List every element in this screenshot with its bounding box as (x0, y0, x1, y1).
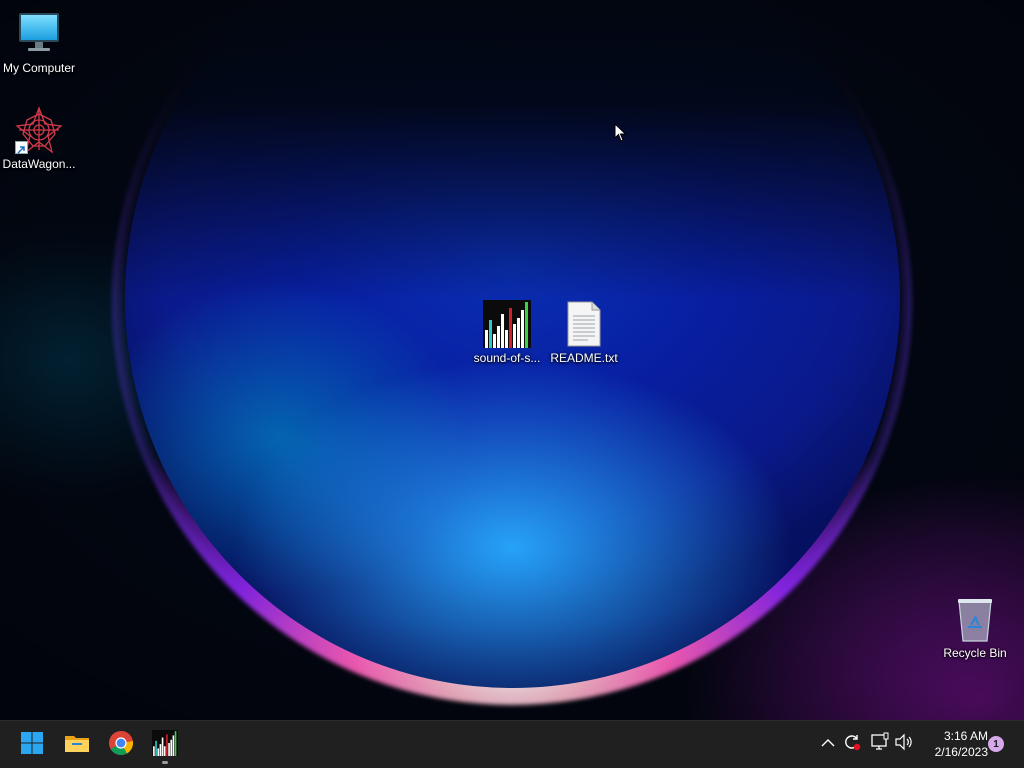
volume-icon (894, 732, 914, 757)
clock-date: 2/16/2023 (934, 745, 988, 759)
monitor-icon (15, 10, 63, 58)
desktop-icon-label: Recycle Bin (943, 646, 1007, 660)
folder-icon (64, 731, 90, 760)
start-button[interactable] (12, 725, 52, 765)
mouse-cursor-icon (614, 122, 628, 143)
desktop-icon-my-computer[interactable]: My Computer (1, 10, 77, 75)
volume-button[interactable] (893, 733, 915, 755)
show-hidden-icons-button[interactable] (817, 733, 839, 755)
star-mandala-icon (15, 106, 63, 154)
windows-start-icon (20, 731, 44, 760)
sync-alert-icon (842, 732, 862, 757)
desktop-icon-label: My Computer (2, 61, 76, 75)
network-button[interactable] (869, 732, 891, 757)
recycle-bin-icon (951, 595, 999, 643)
desktop-icon-sound-of-sorting[interactable]: sound-of-s... (469, 300, 545, 365)
file-explorer-button[interactable] (57, 725, 97, 765)
running-indicator (162, 761, 168, 764)
sync-status-button[interactable] (841, 733, 863, 755)
clock-button[interactable]: 3:16 AM 2/16/2023 (918, 728, 988, 760)
chrome-icon (108, 730, 134, 761)
desktop-icon-recycle-bin[interactable]: Recycle Bin (937, 595, 1013, 660)
chrome-button[interactable] (101, 725, 141, 765)
chevron-up-icon (821, 735, 835, 753)
bar-visualizer-icon (483, 300, 531, 348)
desktop-icon-datawagon[interactable]: DataWagon... (1, 106, 77, 171)
taskbar: 3:16 AM 2/16/2023 1 (0, 720, 1024, 768)
text-file-icon (560, 300, 608, 348)
bar-visualizer-icon (152, 729, 178, 761)
desktop-icon-label: sound-of-s... (473, 351, 541, 365)
network-icon (870, 732, 890, 757)
clock-time: 3:16 AM (943, 729, 988, 743)
desktop-icon-label: DataWagon... (2, 157, 76, 171)
notification-badge[interactable]: 1 (988, 736, 1004, 752)
shortcut-arrow-icon (15, 141, 28, 154)
desktop-icon-readme[interactable]: README.txt (546, 300, 622, 365)
desktop-icon-label: README.txt (550, 351, 618, 365)
desktop-background[interactable]: My Computer DataWagon... sound-of-s... R… (0, 0, 1024, 720)
sound-of-sorting-taskbar-button[interactable] (145, 725, 185, 765)
